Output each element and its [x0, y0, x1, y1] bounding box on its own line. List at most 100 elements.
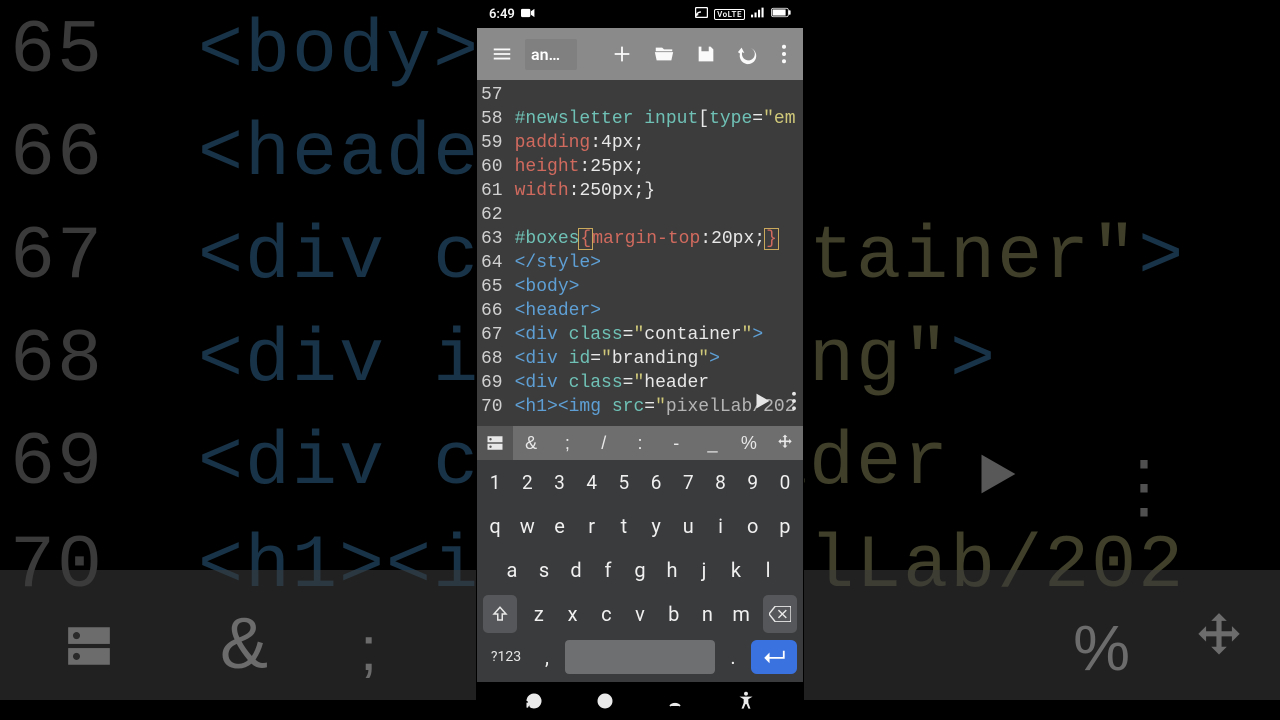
key-6[interactable]: 6	[641, 463, 671, 501]
key-o[interactable]: o	[738, 507, 768, 545]
nav-accessibility-button[interactable]	[732, 689, 760, 713]
bg-ampersand: &	[220, 603, 268, 685]
code-line[interactable]: width:250px;}	[515, 179, 803, 203]
key-w[interactable]: w	[512, 507, 542, 545]
run-button[interactable]	[751, 390, 773, 420]
key-v[interactable]: v	[624, 595, 656, 633]
key-m[interactable]: m	[725, 595, 757, 633]
key-5[interactable]: 5	[609, 463, 639, 501]
period-key[interactable]: .	[721, 640, 745, 674]
key-8[interactable]: 8	[705, 463, 735, 501]
line-number: 64	[481, 251, 503, 275]
new-file-button[interactable]	[603, 34, 641, 74]
bg-more-icon: ⋮	[1109, 445, 1174, 685]
key-3[interactable]: 3	[544, 463, 574, 501]
key-c[interactable]: c	[590, 595, 622, 633]
key-i[interactable]: i	[705, 507, 735, 545]
cast-icon	[695, 7, 708, 21]
menu-button[interactable]	[483, 34, 521, 74]
tab-filename[interactable]: an…	[525, 39, 577, 70]
keyboard-special-row: &;/:-_%	[477, 426, 803, 460]
key-9[interactable]: 9	[738, 463, 768, 501]
key-x[interactable]: x	[557, 595, 589, 633]
code-line[interactable]: <div class="container">	[515, 323, 803, 347]
code-content[interactable]: #newsletter input[type="empadding:4px;he…	[507, 80, 803, 426]
special-key-&[interactable]: &	[513, 426, 549, 460]
key-j[interactable]: j	[689, 551, 719, 589]
key-z[interactable]: z	[523, 595, 555, 633]
key-b[interactable]: b	[658, 595, 690, 633]
open-folder-button[interactable]	[645, 34, 683, 74]
key-g[interactable]: g	[625, 551, 655, 589]
shift-key[interactable]	[483, 595, 517, 633]
nav-home-button[interactable]	[591, 689, 619, 713]
code-line[interactable]: <body>	[515, 275, 803, 299]
video-recording-icon	[521, 7, 535, 21]
line-number: 70	[481, 395, 503, 419]
more-button[interactable]	[771, 34, 797, 74]
key-7[interactable]: 7	[673, 463, 703, 501]
line-number: 63	[481, 227, 503, 251]
key-h[interactable]: h	[657, 551, 687, 589]
code-line[interactable]: <header>	[515, 299, 803, 323]
space-key[interactable]	[565, 640, 715, 674]
line-number: 68	[481, 347, 503, 371]
bg-move-icon	[1188, 608, 1250, 685]
editor-more-button[interactable]	[791, 391, 797, 419]
key-q[interactable]: q	[480, 507, 510, 545]
bg-play-icon	[967, 445, 1025, 685]
line-number: 69	[481, 371, 503, 395]
comma-key[interactable]: ,	[535, 640, 559, 674]
key-n[interactable]: n	[692, 595, 724, 633]
key-e[interactable]: e	[544, 507, 574, 545]
key-y[interactable]: y	[641, 507, 671, 545]
special-key-/[interactable]: /	[586, 426, 622, 460]
special-settings-key[interactable]	[477, 426, 513, 460]
line-number: 61	[481, 179, 503, 203]
key-0[interactable]: 0	[770, 463, 800, 501]
line-number: 59	[481, 131, 503, 155]
key-a[interactable]: a	[497, 551, 527, 589]
key-2[interactable]: 2	[512, 463, 542, 501]
key-4[interactable]: 4	[577, 463, 607, 501]
key-u[interactable]: u	[673, 507, 703, 545]
enter-key[interactable]	[751, 640, 797, 674]
special-key-:[interactable]: :	[622, 426, 658, 460]
code-line[interactable]	[515, 203, 803, 227]
special-move-key[interactable]	[767, 426, 803, 460]
backspace-key[interactable]	[763, 595, 797, 633]
nav-back-button[interactable]	[661, 689, 689, 713]
code-line[interactable]: padding:4px;	[515, 131, 803, 155]
key-p[interactable]: p	[770, 507, 800, 545]
special-key-;[interactable]: ;	[549, 426, 585, 460]
code-line[interactable]: </style>	[515, 251, 803, 275]
line-number: 66	[481, 299, 503, 323]
nav-refresh-button[interactable]	[520, 689, 548, 713]
status-bar: 6:49 VoLTE	[477, 0, 803, 28]
symbols-key[interactable]: ?123	[483, 640, 529, 674]
key-l[interactable]: l	[753, 551, 783, 589]
code-line[interactable]: <div id="branding">	[515, 347, 803, 371]
soft-keyboard: 1234567890 qwertyuiop asdfghjkl zxcvbnm …	[477, 460, 803, 682]
key-r[interactable]: r	[577, 507, 607, 545]
key-1[interactable]: 1	[480, 463, 510, 501]
special-key--[interactable]: -	[658, 426, 694, 460]
android-nav-bar	[477, 682, 803, 720]
line-number: 62	[481, 203, 503, 227]
key-t[interactable]: t	[609, 507, 639, 545]
key-k[interactable]: k	[721, 551, 751, 589]
battery-icon	[771, 7, 791, 21]
code-line[interactable]: #newsletter input[type="em	[515, 107, 803, 131]
key-s[interactable]: s	[529, 551, 559, 589]
code-line[interactable]: #boxes{margin-top:20px;}	[515, 227, 803, 251]
code-line[interactable]	[515, 83, 803, 107]
save-button[interactable]	[687, 34, 725, 74]
special-key-%[interactable]: %	[731, 426, 767, 460]
key-d[interactable]: d	[561, 551, 591, 589]
key-f[interactable]: f	[593, 551, 623, 589]
code-line[interactable]: height:25px;	[515, 155, 803, 179]
undo-button[interactable]	[729, 34, 767, 74]
special-key-_[interactable]: _	[694, 426, 730, 460]
line-number: 57	[481, 83, 503, 107]
code-editor[interactable]: 5758596061626364656667686970 #newsletter…	[477, 80, 803, 426]
